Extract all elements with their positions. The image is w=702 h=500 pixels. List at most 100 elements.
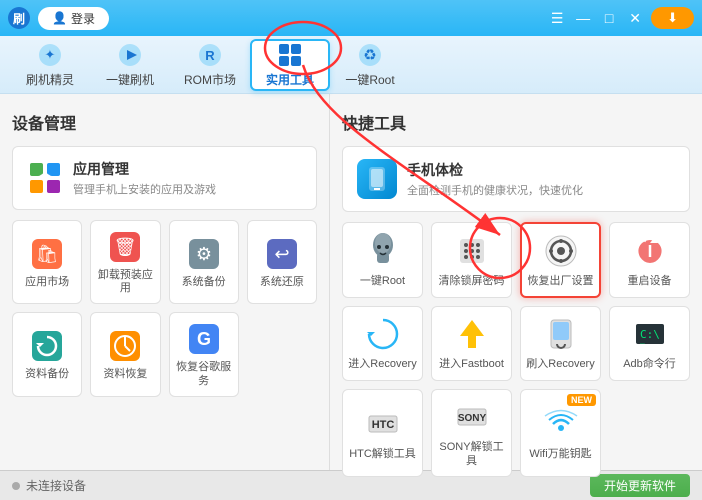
oneroot-label: 一键Root: [360, 274, 405, 288]
quick-item-adb[interactable]: C:\ _ Adb命令行: [609, 306, 690, 380]
quick-item-sony[interactable]: SONY SONY解锁工具: [431, 389, 512, 478]
grid-item-databak[interactable]: 资料备份: [12, 312, 82, 396]
fastboot-label: 进入Fastboot: [439, 357, 504, 371]
quick-item-factoryreset[interactable]: 恢复出厂设置: [520, 222, 601, 298]
quick-item-fastboot[interactable]: 进入Fastboot: [431, 306, 512, 380]
sysrestore-icon: ↩: [264, 236, 300, 272]
nav-label-tools: 实用工具: [266, 71, 314, 88]
svg-text:_: _: [640, 335, 645, 344]
minimize-button[interactable]: —: [573, 8, 593, 28]
flashrecovery-icon: [542, 315, 580, 353]
adb-icon: C:\ _: [631, 315, 669, 353]
svg-text:HTC: HTC: [371, 419, 394, 431]
grid-item-appmarket[interactable]: 🛍 应用市场: [12, 220, 82, 304]
adb-label: Adb命令行: [623, 357, 676, 371]
nav-label-onekey: 一键刷机: [106, 71, 154, 88]
wifi-label: Wifi万能钥匙: [529, 447, 591, 461]
quick-item-oneroot[interactable]: 一键Root: [342, 222, 423, 298]
nav-label-rom: ROM市场: [184, 71, 236, 88]
onekey-icon: [116, 41, 144, 69]
recovery-label: 进入Recovery: [348, 357, 416, 371]
grid-item-google[interactable]: G 恢复谷歌服务: [169, 312, 239, 396]
svg-text:SONY: SONY: [457, 413, 486, 424]
sony-icon: SONY: [453, 398, 491, 436]
quick-item-wifi[interactable]: NEW Wifi万能钥匙: [520, 389, 601, 478]
svg-text:G: G: [197, 329, 211, 349]
svg-text:✦: ✦: [45, 47, 56, 62]
htc-label: HTC解锁工具: [349, 447, 416, 461]
app-manage-icon: ✦: [27, 160, 63, 196]
menu-button[interactable]: ☰: [547, 8, 567, 28]
sysbak-icon: ⚙: [186, 236, 222, 272]
flashrecovery-label: 刷入Recovery: [526, 357, 594, 371]
nav-item-onekey[interactable]: 一键刷机: [90, 39, 170, 91]
connection-dot: [12, 482, 20, 490]
status-left: 未连接设备: [12, 477, 86, 494]
svg-text:🗑: 🗑: [114, 237, 137, 257]
databak-icon: [29, 328, 65, 364]
main-content: 设备管理 ✦ 应用管理 管理手机上安装的应用及游戏: [0, 94, 702, 470]
grid-item-sysbak[interactable]: ⚙ 系统备份: [169, 220, 239, 304]
recovery-icon: [364, 315, 402, 353]
grid-item-uninstall[interactable]: 🗑 卸载预装应用: [90, 220, 160, 304]
phone-check-text: 手机体检 全面检测手机的健康状况，快速优化: [407, 160, 583, 198]
uninstall-icon: 🗑: [107, 229, 143, 265]
sony-label: SONY解锁工具: [436, 440, 507, 469]
clearlock-label: 清除锁屏密码: [439, 274, 505, 288]
nav-bar: ✦ 刷机精灵 一键刷机 R ROM市场: [0, 36, 702, 94]
nav-item-root[interactable]: ♻ 一键Root: [330, 39, 410, 91]
quick-item-flashrecovery[interactable]: 刷入Recovery: [520, 306, 601, 380]
user-icon: 👤: [52, 11, 67, 25]
svg-text:🛍: 🛍: [36, 244, 59, 264]
quick-item-htc[interactable]: HTC HTC解锁工具: [342, 389, 423, 478]
app-manage-desc: 管理手机上安装的应用及游戏: [73, 181, 216, 197]
app-manage-title: 应用管理: [73, 159, 216, 179]
phone-check-title: 手机体检: [407, 160, 583, 180]
start-update-button[interactable]: 开始更新软件: [590, 474, 690, 497]
sysrestore-label: 系统还原: [260, 276, 304, 289]
tools-icon: [276, 41, 304, 69]
rom-icon: R: [196, 41, 224, 69]
title-bar-left: 刷 👤 登录: [8, 7, 109, 30]
nav-item-rom[interactable]: R ROM市场: [170, 39, 250, 91]
datarestore-label: 资料恢复: [103, 368, 147, 381]
left-panel: 设备管理 ✦ 应用管理 管理手机上安装的应用及游戏: [0, 94, 330, 470]
quick-item-reboot[interactable]: 重启设备: [609, 222, 690, 298]
title-bar: 刷 👤 登录 ☰ — □ ✕ ⬇: [0, 0, 702, 36]
download-button[interactable]: ⬇: [651, 7, 694, 29]
htc-icon: HTC: [364, 405, 402, 443]
nav-item-tools[interactable]: 实用工具: [250, 39, 330, 91]
right-section-title: 快捷工具: [342, 110, 690, 134]
svg-text:↩: ↩: [274, 244, 289, 264]
google-icon: G: [186, 321, 222, 357]
grid-item-sysrestore[interactable]: ↩ 系统还原: [247, 220, 317, 304]
quick-grid: 一键Root: [342, 222, 690, 477]
uninstall-label: 卸载预装应用: [95, 269, 155, 295]
oneroot-icon: [364, 232, 402, 270]
right-panel: 快捷工具 手机体检 全面检测手机的健康状况，快速优化: [330, 94, 702, 470]
app-manage-text: 应用管理 管理手机上安装的应用及游戏: [73, 159, 216, 197]
app-manage-card[interactable]: ✦ 应用管理 管理手机上安装的应用及游戏: [12, 146, 317, 210]
quick-item-recovery[interactable]: 进入Recovery: [342, 306, 423, 380]
app-logo: 刷: [8, 7, 30, 29]
phone-check-card[interactable]: 手机体检 全面检测手机的健康状况，快速优化: [342, 146, 690, 212]
new-badge: NEW: [567, 394, 596, 406]
svg-text:♻: ♻: [363, 47, 376, 64]
nav-item-brush[interactable]: ✦ 刷机精灵: [10, 39, 90, 91]
login-label: 登录: [71, 10, 95, 27]
svg-text:⚙: ⚙: [196, 244, 212, 264]
grid-item-datarestore[interactable]: 资料恢复: [90, 312, 160, 396]
quick-item-clearlock[interactable]: 清除锁屏密码: [431, 222, 512, 298]
databak-label: 资料备份: [25, 368, 69, 381]
datarestore-icon: [107, 328, 143, 364]
close-button[interactable]: ✕: [625, 8, 645, 28]
reboot-icon: [631, 232, 669, 270]
google-label: 恢复谷歌服务: [174, 361, 234, 387]
login-button[interactable]: 👤 登录: [38, 7, 109, 30]
phone-check-icon: [357, 159, 397, 199]
appmarket-label: 应用市场: [25, 276, 69, 289]
left-grid-tools: 🛍 应用市场 🗑 卸载预装应用: [12, 220, 317, 397]
window-controls: ☰ — □ ✕ ⬇: [547, 7, 694, 29]
nav-label-root: 一键Root: [345, 71, 394, 88]
maximize-button[interactable]: □: [599, 8, 619, 28]
